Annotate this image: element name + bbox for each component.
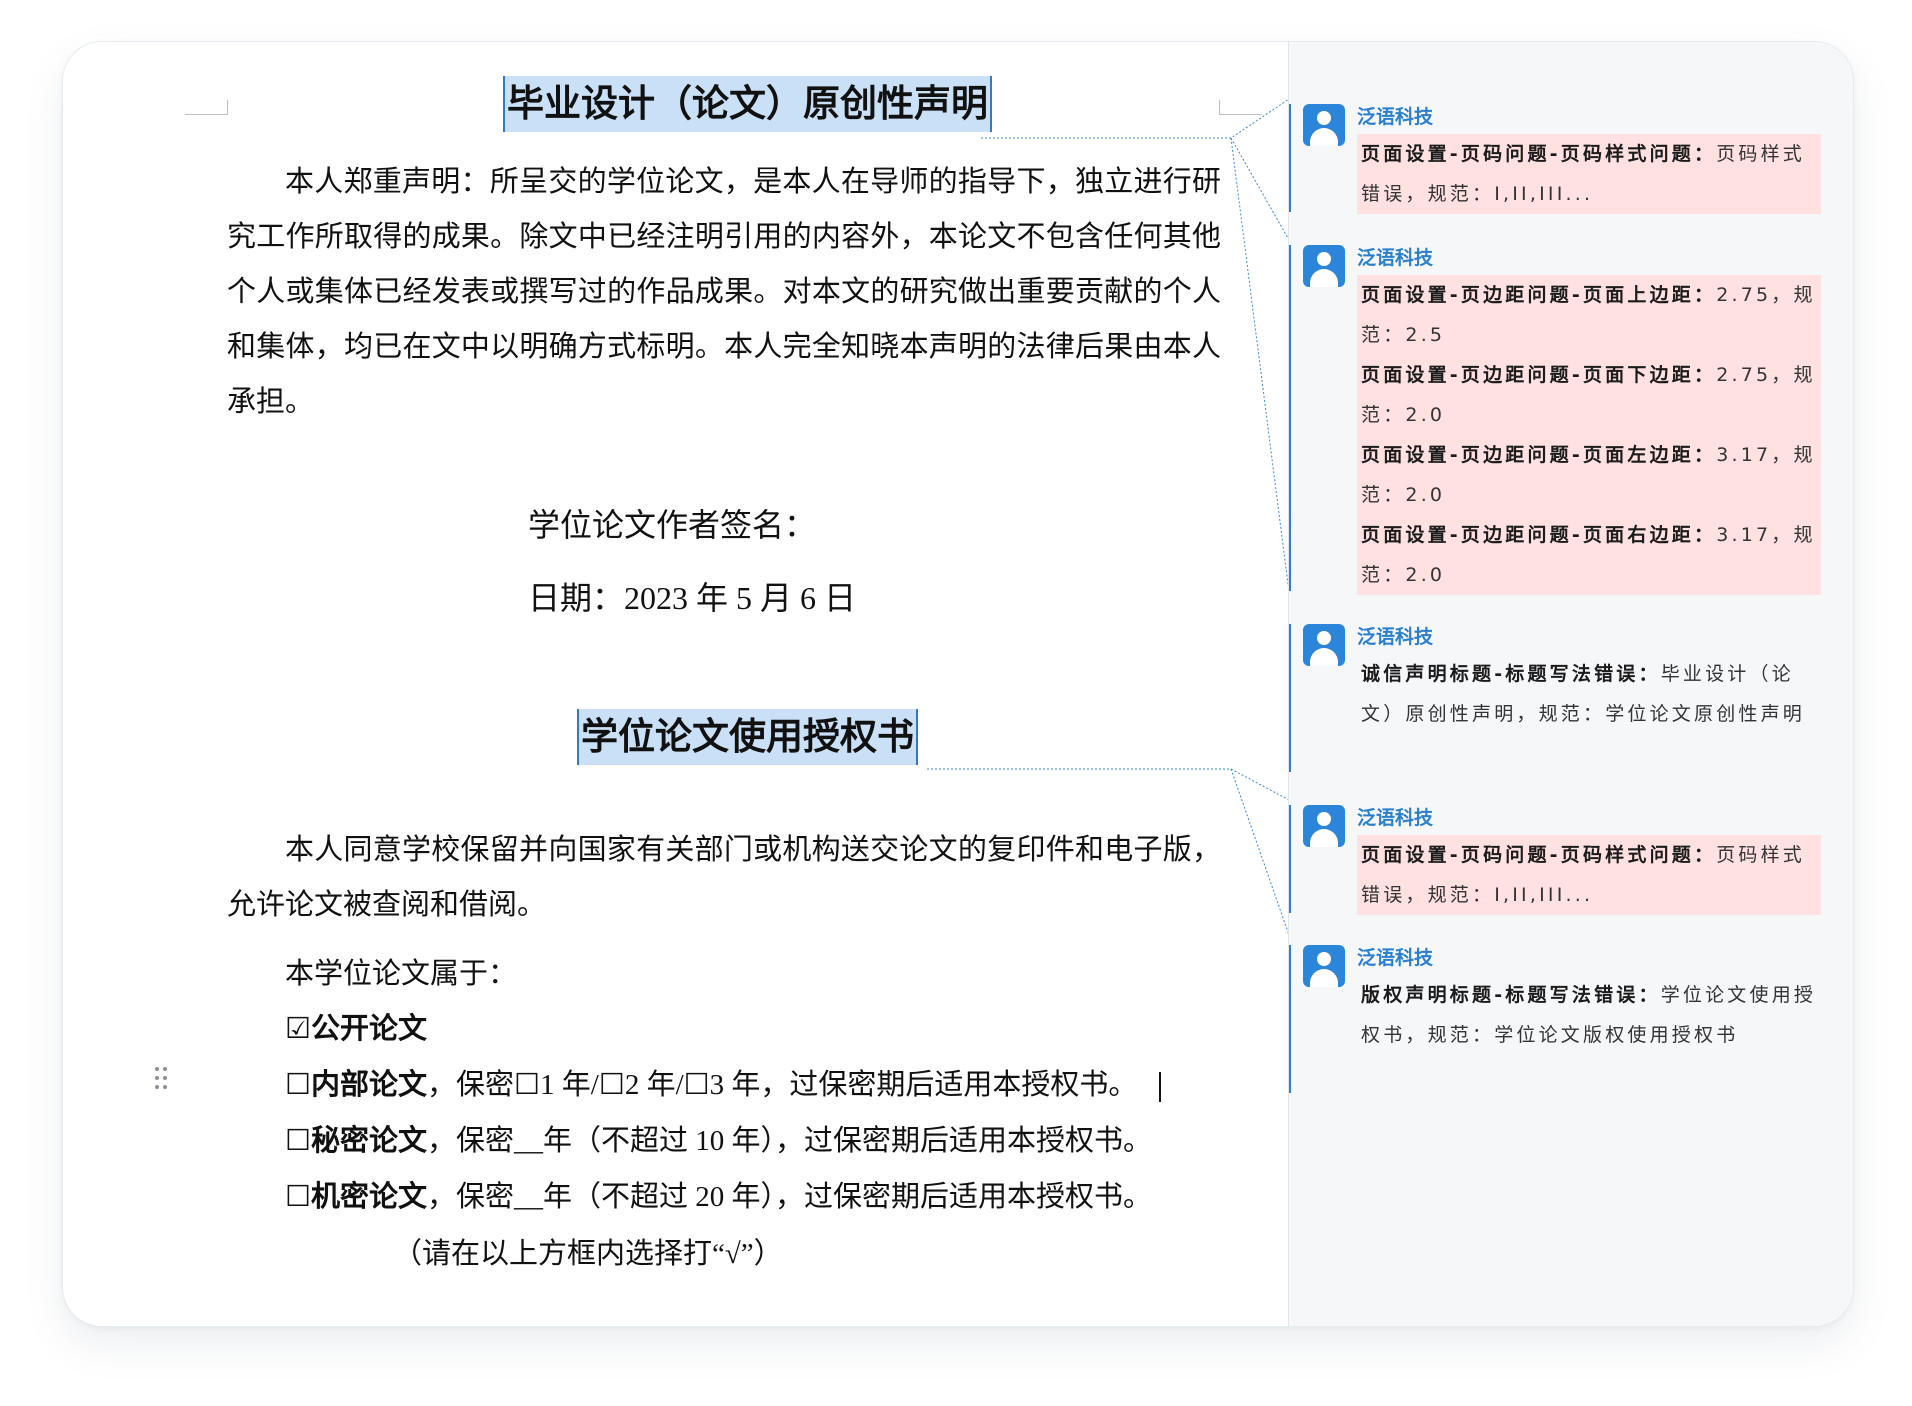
user-avatar-icon <box>1303 624 1345 666</box>
originality-title[interactable]: 毕业设计（论文）原创性声明 <box>503 76 992 132</box>
comment-author: 泛语科技 <box>1357 947 1434 969</box>
comment-messages: 页面设置-页码问题-页码样式问题：页码样式错误，规范：I,II,III... <box>1357 835 1821 915</box>
option-text: ，保密☐1 年/☐2 年/☐3 年，过保密期后适用本授权书。 <box>427 1069 1138 1101</box>
page-corner-mark-left <box>185 100 228 115</box>
comment-messages: 版权声明标题-标题写法错误：学位论文使用授权书，规范：学位论文版权使用授权书 <box>1357 975 1821 1055</box>
comment-message: 页面设置-页边距问题-页面下边距：2.75，规范：2.0 <box>1357 355 1821 435</box>
option-internal[interactable]: ☐内部论文，保密☐1 年/☐2 年/☐3 年，过保密期后适用本授权书。 <box>285 1061 1162 1103</box>
checkbox-checked[interactable]: ☑ <box>285 1013 311 1045</box>
option-label: 机密论文 <box>311 1181 428 1213</box>
drag-handle-icon[interactable] <box>155 1067 171 1089</box>
option-confidential[interactable]: ☐机密论文，保密__年（不超过 20 年），过保密期后适用本授权书。 <box>285 1173 1152 1215</box>
authorization-paragraph[interactable]: 本人同意学校保留并向国家有关部门或机构送交论文的复印件和电子版，允许论文被查阅和… <box>227 823 1221 933</box>
comment-message: 页面设置-页码问题-页码样式问题：页码样式错误，规范：I,II,III... <box>1357 134 1821 214</box>
document-window: 毕业设计（论文）原创性声明 本人郑重声明：所呈交的学位论文，是本人在导师的指导下… <box>62 41 1854 1327</box>
option-text: ，保密__年（不超过 10 年），过保密期后适用本授权书。 <box>427 1125 1153 1157</box>
comment-messages: 页面设置-页边距问题-页面上边距：2.75，规范：2.5 页面设置-页边距问题-… <box>1357 275 1821 595</box>
comment-message: 诚信声明标题-标题写法错误：毕业设计（论文）原创性声明，规范：学位论文原创性声明 <box>1361 663 1806 725</box>
comment-author: 泛语科技 <box>1357 626 1434 648</box>
document-page[interactable]: 毕业设计（论文）原创性声明 本人郑重声明：所呈交的学位论文，是本人在导师的指导下… <box>63 42 1288 1326</box>
option-secret[interactable]: ☐秘密论文，保密__年（不超过 10 年），过保密期后适用本授权书。 <box>285 1117 1152 1159</box>
option-label: 秘密论文 <box>311 1125 428 1157</box>
option-public[interactable]: ☑公开论文 <box>285 1005 427 1047</box>
comment-messages: 页面设置-页码问题-页码样式问题：页码样式错误，规范：I,II,III... <box>1357 134 1821 214</box>
option-label: 公开论文 <box>311 1013 428 1045</box>
comment-bar <box>1289 945 1291 1093</box>
comment-message: 版权声明标题-标题写法错误：学位论文使用授权书，规范：学位论文版权使用授权书 <box>1361 984 1817 1046</box>
comment-author: 泛语科技 <box>1357 807 1434 829</box>
user-avatar-icon <box>1303 805 1345 847</box>
option-label: 内部论文 <box>311 1069 428 1101</box>
checkbox[interactable]: ☐ <box>285 1125 311 1157</box>
comment-bar <box>1289 245 1291 591</box>
date-line[interactable]: 日期：2023 年 5 月 6 日 <box>528 573 856 619</box>
comment-card[interactable]: 泛语科技 版权声明标题-标题写法错误：学位论文使用授权书，规范：学位论文版权使用… <box>1289 945 1853 1093</box>
comment-card[interactable]: 泛语科技 页面设置-页边距问题-页面上边距：2.75，规范：2.5 页面设置-页… <box>1289 245 1853 595</box>
comment-bar <box>1289 624 1291 772</box>
comment-message: 页面设置-页边距问题-页面左边距：3.17，规范：2.0 <box>1357 435 1821 515</box>
comment-card[interactable]: 泛语科技 页面设置-页码问题-页码样式问题：页码样式错误，规范：I,II,III… <box>1289 104 1853 214</box>
comment-message: 页面设置-页边距问题-页面上边距：2.75，规范：2.5 <box>1357 275 1821 355</box>
comment-author: 泛语科技 <box>1357 247 1434 269</box>
option-text: ，保密__年（不超过 20 年），过保密期后适用本授权书。 <box>427 1181 1153 1213</box>
checkbox[interactable]: ☐ <box>285 1181 311 1213</box>
text-cursor <box>1159 1072 1162 1103</box>
authorization-title[interactable]: 学位论文使用授权书 <box>577 709 918 765</box>
checkbox-hint: （请在以上方框内选择打“√”） <box>393 1238 783 1270</box>
comment-card[interactable]: 泛语科技 页面设置-页码问题-页码样式问题：页码样式错误，规范：I,II,III… <box>1289 805 1853 915</box>
comments-panel: 泛语科技 页面设置-页码问题-页码样式问题：页码样式错误，规范：I,II,III… <box>1288 42 1853 1326</box>
comment-message: 页面设置-页边距问题-页面右边距：3.17，规范：2.0 <box>1357 515 1821 595</box>
checkbox[interactable]: ☐ <box>285 1069 311 1101</box>
comment-card[interactable]: 泛语科技 诚信声明标题-标题写法错误：毕业设计（论文）原创性声明，规范：学位论文… <box>1289 624 1853 772</box>
page-corner-mark-right <box>1219 100 1262 115</box>
comment-message: 页面设置-页码问题-页码样式问题：页码样式错误，规范：I,II,III... <box>1357 835 1821 915</box>
signature-label[interactable]: 学位论文作者签名： <box>528 500 816 546</box>
user-avatar-icon <box>1303 945 1345 987</box>
comment-author: 泛语科技 <box>1357 106 1434 128</box>
user-avatar-icon <box>1303 104 1345 146</box>
comment-bar <box>1289 104 1291 212</box>
belongs-label[interactable]: 本学位论文属于： <box>285 950 517 992</box>
comment-bar <box>1289 805 1291 913</box>
comment-messages: 诚信声明标题-标题写法错误：毕业设计（论文）原创性声明，规范：学位论文原创性声明 <box>1357 654 1821 734</box>
originality-paragraph[interactable]: 本人郑重声明：所呈交的学位论文，是本人在导师的指导下，独立进行研究工作所取得的成… <box>227 155 1221 430</box>
user-avatar-icon <box>1303 245 1345 287</box>
